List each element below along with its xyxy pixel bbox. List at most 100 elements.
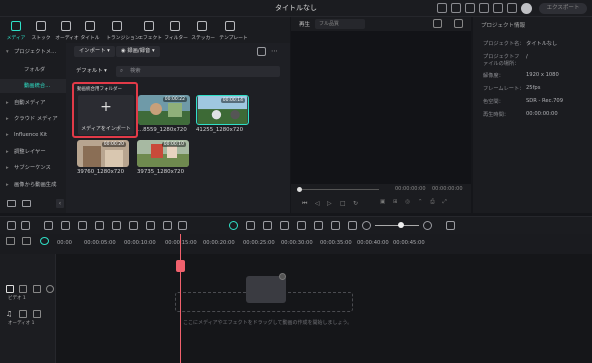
gift-icon[interactable] (451, 3, 461, 13)
more-icon[interactable]: ⋯ (271, 47, 278, 56)
sidebar-item-image-to-video[interactable]: ▸ 画像から動画生成 (0, 178, 66, 192)
tab-media[interactable]: メディア (4, 17, 28, 43)
speaker-icon[interactable] (33, 285, 41, 293)
eye-icon[interactable] (46, 285, 54, 293)
lock-icon[interactable] (19, 285, 27, 293)
snap-icon[interactable] (348, 221, 357, 230)
zoom-slider-handle[interactable] (398, 222, 404, 228)
media-sidebar: ▾ プロジェクトメ... フォルダ 動画統合... ▸ 自動メディア ▸ クラウド メ… (0, 43, 66, 213)
save-icon[interactable] (479, 3, 489, 13)
grid-icon[interactable] (7, 221, 16, 230)
list-icon[interactable] (314, 221, 323, 230)
new-folder-icon[interactable] (7, 200, 16, 207)
delete-icon[interactable] (78, 221, 87, 230)
collapse-panel-icon[interactable]: ‹ (56, 199, 64, 208)
plus-icon: + (100, 99, 112, 115)
ruler-tick: 00:00:25:00 (243, 240, 275, 246)
media-clip[interactable]: 00:00:10 (137, 140, 189, 167)
ruler-tick: 00:00:20:00 (203, 240, 235, 246)
crop-icon[interactable] (129, 221, 138, 230)
import-folder-label: 動画統合用フォルダー (77, 87, 122, 92)
mic-icon[interactable] (297, 221, 306, 230)
color-icon[interactable] (146, 221, 155, 230)
step-back-icon[interactable]: ⏮ (302, 200, 307, 208)
play-icon[interactable]: ▷ (327, 200, 332, 207)
search-input[interactable]: ⌕ 検索 (116, 66, 280, 77)
sun-icon[interactable] (263, 221, 272, 230)
tab-filters[interactable]: フィルター (163, 17, 188, 43)
sidebar-item-cloud-media[interactable]: ▸ クラウド メディア (0, 112, 66, 126)
audio-icon[interactable] (178, 221, 187, 230)
loop-icon[interactable]: ↻ (353, 200, 358, 207)
tab-stock[interactable]: ストック (29, 17, 53, 43)
playhead-handle[interactable] (176, 260, 185, 272)
frame-back-icon[interactable]: ◁ (315, 200, 320, 207)
cloud-icon[interactable] (437, 3, 447, 13)
sort-dropdown[interactable]: デフォルト ▾ (74, 66, 112, 77)
zoom-slider[interactable] (375, 225, 419, 226)
sidebar-item-influence-kit[interactable]: ▸ Influence Kit (0, 128, 66, 142)
layout-icon[interactable] (446, 221, 455, 230)
prop-label: フレームレート： (483, 86, 525, 92)
export-button[interactable]: エクスポート (539, 3, 587, 14)
redo-icon[interactable] (61, 221, 70, 230)
stop-icon[interactable]: □ (340, 200, 346, 207)
tab-transition[interactable]: トランジション (105, 17, 140, 43)
text-icon[interactable] (112, 221, 121, 230)
sidebar-item-adjustment-layer[interactable]: ▸ 調整レイヤー (0, 145, 66, 159)
fullscreen-icon[interactable] (454, 19, 463, 28)
import-drop-zone[interactable]: + メディアをインポート (78, 95, 134, 135)
tab-effects[interactable]: エフェクト (137, 17, 162, 43)
zoom-in-icon[interactable] (423, 221, 432, 230)
editor-window: タイトルなし エクスポート メディア ストック オーディオ タイトル トランジシ… (0, 0, 592, 363)
record-button[interactable]: ◉ 録画/録音 ▾ (116, 46, 160, 57)
eye-icon[interactable] (40, 237, 49, 245)
lock-icon[interactable] (19, 310, 27, 318)
media-clip[interactable]: 00:00:22 (138, 95, 190, 125)
tab-stickers[interactable]: ステッカー (190, 17, 215, 43)
shield-icon[interactable] (280, 221, 289, 230)
playhead[interactable] (180, 234, 181, 363)
add-track-icon[interactable] (6, 237, 15, 245)
quality-dropdown[interactable]: フル品質 (315, 19, 365, 29)
zoom-out-icon[interactable] (362, 221, 371, 230)
sidebar-item-folder[interactable]: フォルダ (0, 63, 66, 77)
tab-audio[interactable]: オーディオ (54, 17, 79, 43)
media-clip[interactable]: 00:00:14 (196, 95, 249, 125)
speaker-icon[interactable] (33, 310, 41, 318)
prop-value: / (526, 54, 528, 60)
sticker-icon (197, 21, 207, 31)
download-icon[interactable] (507, 3, 517, 13)
split-icon[interactable] (95, 221, 104, 230)
transition-icon (112, 21, 122, 31)
layout-icon[interactable] (465, 3, 475, 13)
undo-icon[interactable] (44, 221, 53, 230)
preview-tools[interactable]: ▣ ⊞ ◎ ⌃ ⎙ ⤢ (380, 199, 468, 207)
render-icon[interactable] (246, 221, 255, 230)
import-button[interactable]: インポート ▾ (74, 46, 115, 57)
sidebar-item-subsequence[interactable]: ▸ サブシーケンス (0, 161, 66, 175)
image-icon[interactable] (331, 221, 340, 230)
sidebar-item-merge-folder[interactable]: 動画統合... (0, 79, 66, 93)
scrubber-handle[interactable] (297, 187, 302, 192)
media-clip[interactable]: 00:00:20 (77, 140, 129, 167)
clip-name: 41255_1280x720 (196, 127, 244, 133)
ai-icon[interactable] (229, 221, 238, 230)
filter-icon[interactable] (257, 47, 266, 56)
sidebar-item-auto-media[interactable]: ▸ 自動メディア (0, 96, 66, 110)
prop-value: 25fps (526, 85, 541, 91)
avatar[interactable] (521, 3, 532, 14)
import-media-card[interactable]: 動画統合用フォルダー + メディアをインポート (72, 82, 138, 138)
select-icon[interactable] (21, 221, 30, 230)
link-icon[interactable] (22, 237, 31, 245)
folder-icon[interactable] (22, 200, 31, 207)
bell-icon[interactable] (493, 3, 503, 13)
prop-value: SDR - Rec.709 (526, 98, 564, 104)
tab-templates[interactable]: テンプレート (218, 17, 248, 43)
player-label: 再生 (299, 22, 311, 28)
preview-scrubber[interactable] (299, 189, 379, 190)
speed-icon[interactable] (163, 221, 172, 230)
tab-title[interactable]: タイトル (78, 17, 102, 43)
snapshot-icon[interactable] (433, 19, 442, 28)
sidebar-item-project-media[interactable]: ▾ プロジェクトメ... (0, 45, 66, 59)
